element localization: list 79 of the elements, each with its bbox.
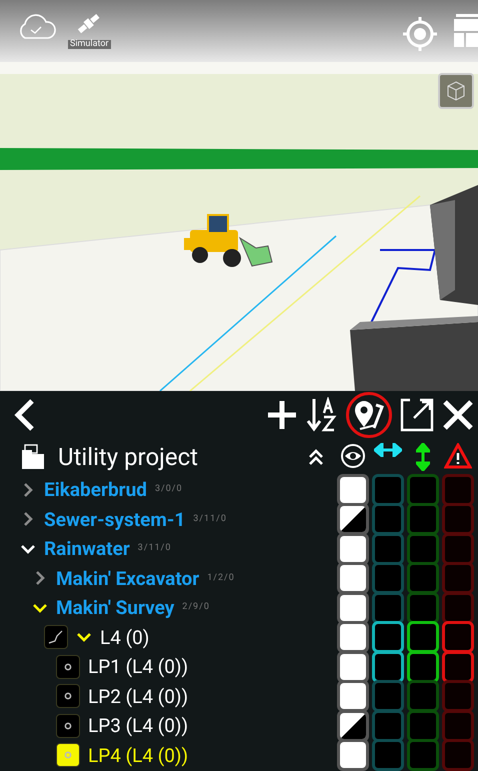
layout-icon[interactable] (454, 12, 478, 48)
vertical-toggle[interactable] (407, 650, 439, 683)
warning-toggle[interactable] (442, 532, 474, 565)
close-icon[interactable] (442, 399, 474, 431)
vertical-toggle[interactable] (407, 592, 439, 624)
eye-icon[interactable] (340, 443, 366, 469)
tree-item-label[interactable]: Eikaberbrud (44, 480, 147, 500)
cube-icon (445, 80, 467, 102)
warning-toggle[interactable] (442, 592, 474, 624)
warning-toggle[interactable] (442, 562, 474, 594)
sort-icon[interactable] (306, 397, 338, 433)
location-target-icon[interactable] (402, 16, 438, 52)
polyline-icon[interactable] (44, 625, 68, 650)
map-view[interactable]: Simulator (0, 0, 478, 391)
vertical-toggle[interactable] (407, 680, 439, 712)
vertical-toggle[interactable] (407, 532, 439, 565)
horizontal-arrows-icon[interactable] (374, 443, 402, 457)
horizontal-toggle[interactable] (372, 739, 404, 771)
vertical-toggle[interactable] (407, 562, 439, 594)
point-icon[interactable] (56, 743, 80, 768)
horizontal-toggle[interactable] (372, 562, 404, 594)
panel-title: Utility project (58, 445, 198, 469)
warning-toggle[interactable] (442, 739, 474, 771)
tree-item-label[interactable]: Makin' Excavator (56, 568, 200, 588)
item-count: 3/11/0 (138, 542, 172, 555)
warning-toggle[interactable] (442, 650, 474, 683)
horizontal-toggle[interactable] (372, 503, 404, 536)
vertical-toggle[interactable] (407, 621, 439, 654)
warning-toggle[interactable] (442, 474, 474, 506)
vertical-toggle[interactable] (407, 710, 439, 742)
visibility-toggle[interactable] (337, 532, 369, 565)
vertical-toggle[interactable] (407, 474, 439, 506)
visibility-toggle[interactable] (337, 739, 369, 771)
horizontal-toggle[interactable] (372, 710, 404, 742)
horizontal-toggle[interactable] (372, 621, 404, 654)
add-icon[interactable] (266, 399, 298, 431)
warning-toggle[interactable] (442, 503, 474, 536)
status-label: Simulator (68, 40, 111, 49)
item-count: 3/11/0 (193, 512, 227, 526)
tree-item-label[interactable]: Rainwater (44, 539, 130, 558)
vertical-toggle[interactable] (407, 503, 439, 536)
visibility-toggle[interactable] (337, 621, 369, 654)
point-icon[interactable] (56, 684, 80, 708)
item-count: 2/9/0 (182, 601, 210, 614)
warning-toggle[interactable] (442, 680, 474, 712)
horizontal-toggle[interactable] (372, 680, 404, 712)
tree-item-label[interactable]: LP4 (L4 (0)) (88, 746, 188, 765)
item-count: 1/2/0 (207, 572, 235, 584)
tree-item-label[interactable]: L4 (0) (100, 628, 150, 647)
collapse-all-icon[interactable] (307, 447, 325, 467)
horizontal-toggle[interactable] (372, 532, 404, 565)
tree-item-label[interactable]: Makin' Survey (56, 598, 174, 618)
pin-edit-icon[interactable] (352, 399, 386, 431)
warning-toggle[interactable] (442, 621, 474, 654)
satellite-icon[interactable] (76, 12, 102, 36)
external-link-icon[interactable] (400, 398, 434, 432)
vertical-toggle[interactable] (407, 739, 439, 771)
folder-image-icon (20, 444, 46, 470)
visibility-toggle[interactable] (337, 650, 369, 683)
point-icon[interactable] (56, 654, 80, 679)
visibility-toggle[interactable] (337, 562, 369, 594)
visibility-toggle[interactable] (337, 592, 369, 624)
visibility-toggle[interactable] (337, 474, 369, 506)
item-count: 3/0/0 (154, 483, 183, 496)
view-cube-button[interactable] (438, 73, 474, 109)
visibility-toggle[interactable] (337, 710, 369, 742)
visibility-toggle[interactable] (337, 680, 369, 712)
warning-toggle[interactable] (442, 710, 474, 742)
tree-item-label[interactable]: Sewer-system-1 (44, 510, 186, 529)
horizontal-toggle[interactable] (372, 474, 404, 506)
visibility-toggle[interactable] (337, 503, 369, 536)
horizontal-toggle[interactable] (372, 650, 404, 683)
warning-icon[interactable] (444, 443, 472, 469)
tree-item-label[interactable]: LP1 (L4 (0)) (88, 657, 188, 676)
point-icon[interactable] (56, 714, 80, 738)
horizontal-toggle[interactable] (372, 592, 404, 624)
vertical-arrows-icon[interactable] (416, 443, 430, 471)
tree-item-label[interactable]: LP2 (L4 (0)) (88, 686, 188, 706)
tree-item-label[interactable]: LP3 (L4 (0)) (88, 716, 188, 736)
